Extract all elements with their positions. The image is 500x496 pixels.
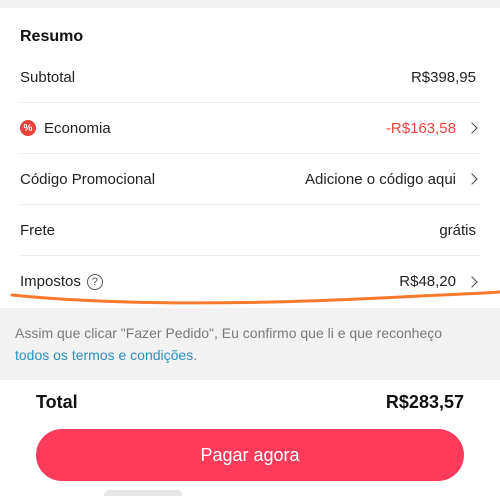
- terms-link[interactable]: todos os termos e condições: [15, 347, 193, 363]
- discount-value: -R$163,58: [385, 119, 456, 137]
- terms-text: Assim que clicar "Fazer Pedido", Eu conf…: [15, 325, 443, 341]
- pay-now-button[interactable]: Pagar agora: [36, 429, 464, 481]
- promo-code-action[interactable]: Adicione o código aqui: [305, 171, 456, 188]
- home-indicator: [104, 490, 182, 496]
- chevron-right-icon: [466, 173, 478, 185]
- terms-notice: Assim que clicar "Fazer Pedido", Eu conf…: [0, 308, 500, 380]
- discount-badge-icon: %: [20, 120, 36, 136]
- chevron-right-icon: [466, 122, 478, 134]
- shipping-label: Frete: [20, 221, 56, 239]
- discount-label: Economia: [44, 119, 111, 137]
- taxes-label: Impostos: [20, 273, 81, 290]
- total-value: R$283,57: [385, 392, 464, 412]
- total-row: Total R$283,57: [36, 392, 464, 413]
- help-icon[interactable]: ?: [86, 273, 103, 290]
- promo-code-row[interactable]: Código Promocional Adicione o código aqu…: [20, 154, 480, 205]
- discount-row[interactable]: % Economia -R$163,58: [20, 103, 480, 154]
- taxes-value: R$48,20: [399, 273, 456, 290]
- total-label: Total: [36, 392, 78, 412]
- summary-title: Resumo: [20, 28, 84, 45]
- promo-code-label: Código Promocional: [20, 170, 156, 188]
- subtotal-label: Subtotal: [20, 68, 76, 86]
- top-separator: [0, 0, 500, 8]
- chevron-right-icon: [466, 275, 478, 288]
- shipping-row: Frete grátis: [20, 205, 480, 256]
- taxes-row[interactable]: Impostos ? R$48,20: [20, 256, 480, 307]
- terms-suffix: .: [193, 347, 198, 363]
- subtotal-value: R$398,95: [410, 68, 476, 86]
- shipping-value: grátis: [439, 221, 476, 239]
- subtotal-row: Subtotal R$398,95: [20, 52, 480, 103]
